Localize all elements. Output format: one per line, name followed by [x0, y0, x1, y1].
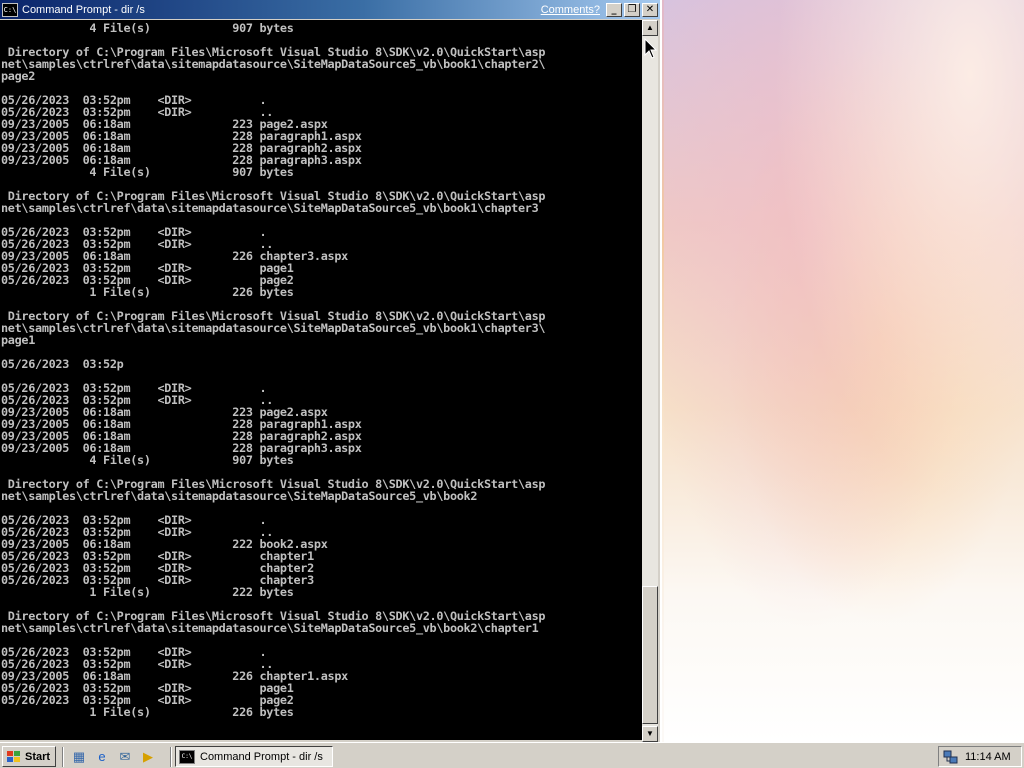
console-line: 1 File(s) 226 bytes [1, 285, 294, 299]
window-title: Command Prompt - dir /s [22, 3, 145, 16]
taskbar-item-label: Command Prompt - dir /s [200, 750, 323, 763]
media-player-icon[interactable]: ▶ [139, 748, 157, 766]
scroll-thumb[interactable] [642, 586, 658, 724]
command-prompt-icon: C:\ [179, 749, 195, 764]
arrow-down-icon: ▼ [646, 729, 654, 738]
vertical-scrollbar[interactable]: ▲ ▼ [642, 20, 658, 742]
command-prompt-window[interactable]: C:\ Command Prompt - dir /s Comments? _ … [0, 0, 662, 742]
taskbar: Start ▦ e ✉ ▶ C:\ Command Prompt - dir /s 1… [0, 742, 1024, 768]
console-line: 4 File(s) 907 bytes [1, 21, 294, 35]
minimize-button[interactable]: _ [606, 2, 622, 17]
arrow-up-icon: ▲ [646, 23, 654, 32]
close-button[interactable]: ✕ [642, 2, 658, 17]
console-line: 1 File(s) 226 bytes [1, 705, 294, 719]
console-line: 4 File(s) 907 bytes [1, 453, 294, 467]
clock[interactable]: 11:14 AM [965, 751, 1011, 763]
console-line: _ [1, 729, 267, 740]
network-icon[interactable] [943, 749, 959, 765]
console-line: page2 [1, 69, 36, 83]
comments-link[interactable]: Comments? [541, 4, 600, 16]
console-line: 05/26/2023 03:52p [1, 357, 124, 371]
close-icon: ✕ [645, 3, 655, 15]
desktop-background [664, 0, 1024, 742]
taskbar-separator [170, 747, 172, 767]
desktop-icon[interactable]: ▦ [70, 748, 88, 766]
outlook-express-icon[interactable]: ✉ [116, 748, 134, 766]
start-label: Start [25, 750, 51, 763]
console-line: net\samples\ctrlref\data\sitemapdatasour… [1, 57, 546, 71]
console-line: page1 [1, 333, 36, 347]
minimize-icon: _ [611, 3, 617, 15]
console-text: 4 File(s) 907 bytes Directory of C:\Prog… [0, 22, 642, 740]
start-button[interactable]: Start [2, 746, 56, 767]
quick-launch-separator [62, 747, 64, 767]
console-line: 4 File(s) 907 bytes [1, 165, 294, 179]
console-app-icon[interactable]: C:\ [2, 2, 18, 17]
scroll-up-button[interactable]: ▲ [642, 20, 658, 36]
windows-logo-icon [7, 750, 20, 762]
maximize-icon: ❐ [627, 3, 637, 15]
console-line: 1 File(s) 222 bytes [1, 585, 294, 599]
mouse-pointer-icon [644, 38, 658, 59]
console-line: net\samples\ctrlref\data\sitemapdatasour… [1, 201, 539, 215]
console-line: net\samples\ctrlref\data\sitemapdatasour… [1, 321, 546, 335]
taskbar-command-prompt-button[interactable]: C:\ Command Prompt - dir /s [175, 746, 333, 767]
title-bar[interactable]: C:\ Command Prompt - dir /s Comments? _ … [0, 0, 660, 19]
maximize-button[interactable]: ❐ [624, 2, 640, 17]
internet-explorer-icon[interactable]: e [93, 748, 111, 766]
console-line: net\samples\ctrlref\data\sitemapdatasour… [1, 489, 478, 503]
scroll-down-button[interactable]: ▼ [642, 726, 658, 742]
console-output[interactable]: 4 File(s) 907 bytes Directory of C:\Prog… [0, 20, 642, 740]
system-tray: 11:14 AM [938, 746, 1022, 767]
console-line: net\samples\ctrlref\data\sitemapdatasour… [1, 621, 539, 635]
